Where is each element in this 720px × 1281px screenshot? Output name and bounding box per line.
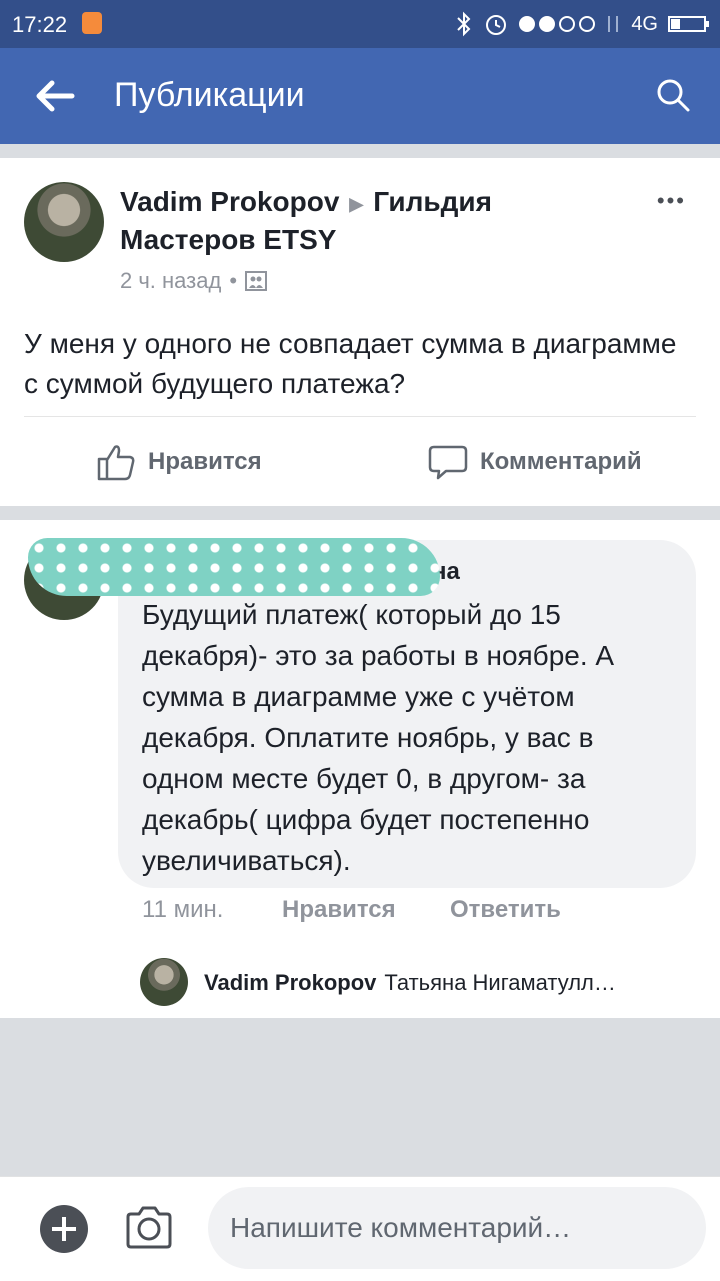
bluetooth-icon [457,11,471,37]
reply-author: Vadim Prokopov [204,970,377,995]
reply-preview[interactable]: Vadim Prokopov Татьяна Нигаматулл… [140,956,700,1008]
page-title: Публикации [114,76,305,114]
redaction-scribble [28,538,440,596]
status-icons: 4G [455,8,709,40]
like-label: Нравится [148,448,262,475]
comment-label: Комментарий [480,448,642,475]
more-options-button[interactable]: ••• [657,188,686,214]
like-button[interactable]: Нравится [96,442,262,482]
back-button[interactable] [28,74,84,118]
comment-like-button[interactable]: Нравится [282,896,396,924]
comment-reply-button[interactable]: Ответить [450,896,561,924]
thumbs-up-icon [97,445,135,481]
data-arrows-icon [608,16,619,32]
author-avatar[interactable] [24,182,104,262]
app-bar: Публикации [0,48,720,144]
comments-section: на Будущий платеж( который до 15 декабря… [0,520,720,1018]
status-bar: 17:22 4G [0,0,720,48]
post-header: Vadim Prokopov ▶ Гильдия Мастеров ETSY [120,184,620,258]
plus-circle-icon[interactable] [40,1205,88,1253]
post-author-name[interactable]: Vadim Prokopov [120,186,339,217]
arrow-left-icon [36,80,75,112]
more-horizontal-icon: ••• [656,188,686,213]
comment-time: 11 мин. [142,896,224,923]
alarm-icon [486,15,507,35]
notification-icon [82,12,102,34]
reply-avatar [140,958,188,1006]
battery-icon [668,16,709,32]
speech-bubble-icon [428,445,468,480]
network-type: 4G [631,12,658,35]
camera-button[interactable] [124,1203,174,1253]
post-card: Vadim Prokopov ▶ Гильдия Мастеров ETSY •••… [0,158,720,506]
comment-text: Будущий платеж( который до 15 декабря)- … [142,599,615,876]
separator-dot: • [229,268,238,293]
group-icon [245,271,268,291]
reply-text: Vadim Prokopov Татьяна Нигаматулл… [204,970,700,996]
comment-input[interactable] [208,1187,706,1269]
divider [24,416,696,417]
post-meta: 2 ч. назад • [120,268,268,294]
comment-button[interactable]: Комментарий [428,442,642,482]
post-text: У меня у одного не совпадает сумма в диа… [24,328,677,399]
search-button[interactable] [654,74,694,118]
camera-icon [126,1206,172,1249]
post-time[interactable]: 2 ч. назад [120,268,221,294]
search-icon [657,79,690,112]
triangle-right-icon: ▶ [349,193,364,214]
status-time: 17:22 [12,12,68,37]
signal-dots-icon [519,16,596,32]
reply-snippet: Татьяна Нигаматулл… [384,970,616,995]
comment-input-bar [0,1176,720,1281]
